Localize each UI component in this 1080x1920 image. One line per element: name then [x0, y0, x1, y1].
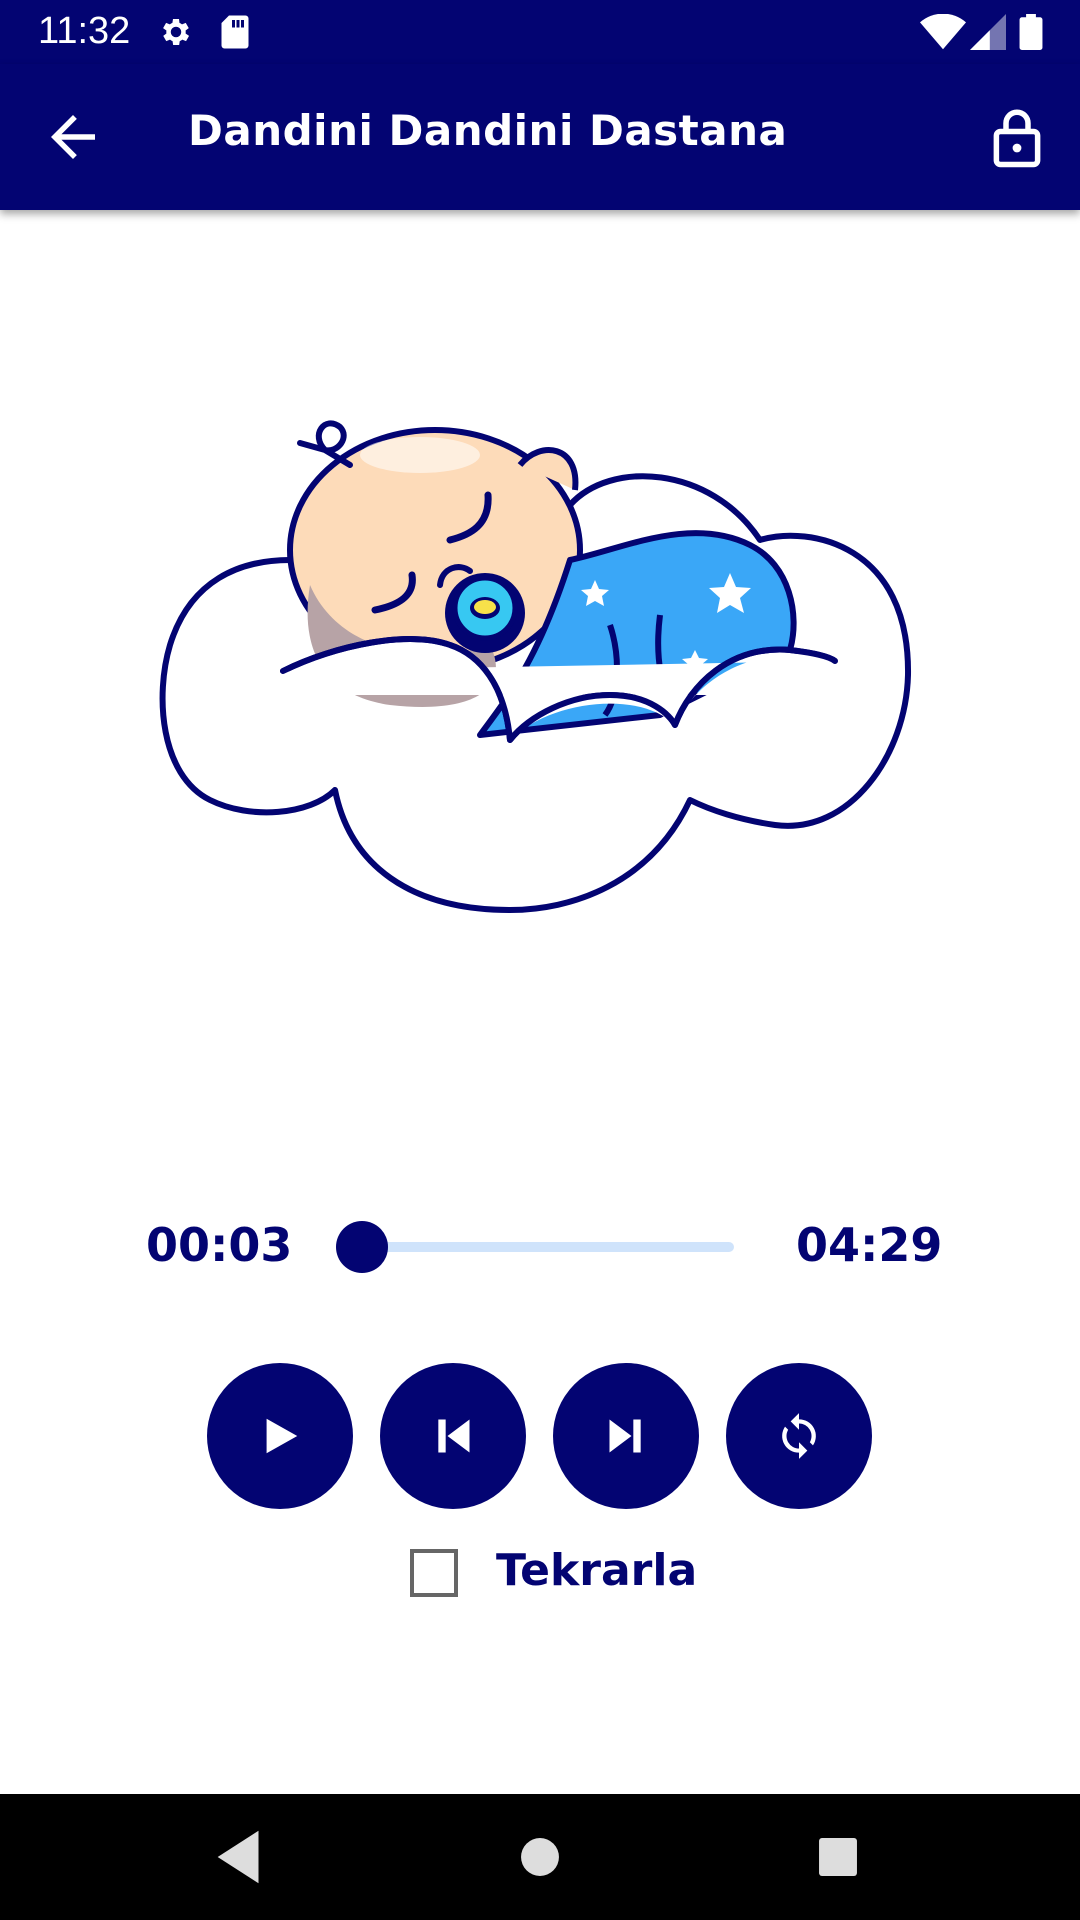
battery-icon: [1018, 14, 1044, 54]
back-button[interactable]: [40, 104, 106, 170]
status-bar: 11:32: [0, 0, 1080, 64]
nav-recents-icon: [819, 1838, 857, 1876]
repeat-icon: [782, 1413, 816, 1459]
total-time: 04:29: [796, 1218, 943, 1272]
lock-button[interactable]: [984, 104, 1050, 170]
skip-next-icon: [609, 1419, 641, 1453]
nav-home-icon: [521, 1838, 559, 1876]
cell-signal-icon: [970, 14, 1006, 54]
repeat-checkbox[interactable]: [410, 1549, 458, 1597]
status-time: 11:32: [38, 10, 131, 52]
arrow-back-icon: [51, 115, 95, 159]
previous-button[interactable]: [380, 1363, 526, 1509]
wifi-icon: [920, 13, 966, 54]
current-time: 00:03: [146, 1218, 293, 1272]
nav-home-button[interactable]: [505, 1822, 575, 1892]
lock-open-icon: [993, 109, 1041, 168]
sleeping-baby-illustration: [150, 395, 930, 915]
seek-thumb[interactable]: [336, 1221, 389, 1273]
next-button[interactable]: [553, 1363, 699, 1509]
seek-bar[interactable]: [358, 1242, 734, 1252]
settings-icon: [158, 14, 194, 54]
nav-recents-button[interactable]: [803, 1822, 873, 1892]
nav-back-icon: [217, 1830, 259, 1884]
play-button[interactable]: [207, 1363, 353, 1509]
nav-back-button[interactable]: [206, 1822, 276, 1892]
page-title: Dandini Dandini Dastana: [188, 106, 788, 155]
app-bar: Dandini Dandini Dastana: [0, 64, 1080, 210]
system-nav-bar: [0, 1794, 1080, 1920]
repeat-label: Tekrarla: [496, 1545, 698, 1596]
sd-card-icon: [220, 14, 250, 54]
skip-previous-icon: [438, 1419, 470, 1453]
play-icon: [266, 1418, 298, 1454]
loop-button[interactable]: [726, 1363, 872, 1509]
